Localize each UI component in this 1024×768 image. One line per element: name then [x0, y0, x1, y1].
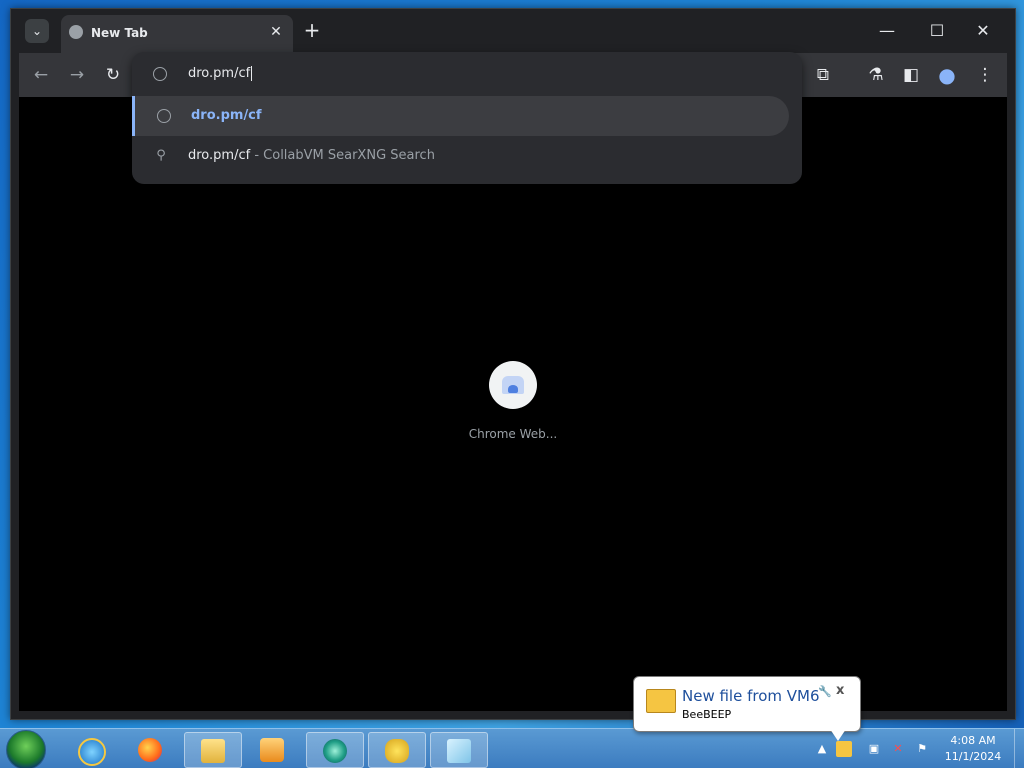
- bee-icon: [385, 739, 409, 763]
- globe-icon: [69, 25, 83, 39]
- clock[interactable]: 4:08 AM 11/1/2024: [942, 733, 1004, 765]
- taskbar-app-notepad[interactable]: [430, 732, 488, 768]
- firefox-icon: [138, 738, 162, 762]
- address-input[interactable]: dro.pm/cf: [188, 66, 253, 81]
- omnibox-dropdown: dro.pm/cf dro.pm/cf ⚲ dro.pm/cf - Collab…: [132, 52, 802, 184]
- suggestion-item[interactable]: ⚲ dro.pm/cf - CollabVM SearXNG Search: [132, 136, 786, 176]
- taskbar-app-media-player[interactable]: [244, 732, 300, 766]
- suggestion-item[interactable]: dro.pm/cf: [132, 96, 789, 136]
- shortcut-label: Chrome Web...: [468, 427, 558, 441]
- globe-icon: [153, 67, 167, 81]
- show-desktop-button[interactable]: [1014, 729, 1024, 768]
- close-icon[interactable]: x: [836, 683, 844, 698]
- suggestion-description: - CollabVM SearXNG Search: [250, 148, 435, 163]
- minimize-button[interactable]: —: [867, 17, 907, 45]
- page-content: Chrome Web...: [19, 97, 1007, 711]
- close-button[interactable]: ✕: [963, 17, 1003, 45]
- taskbar-app-internet-explorer[interactable]: [62, 732, 118, 766]
- beebeep-tray-icon[interactable]: [836, 741, 852, 757]
- wrench-icon[interactable]: 🔧: [818, 685, 832, 698]
- chrome-web-store-shortcut[interactable]: [489, 361, 537, 409]
- store-logo-icon: [508, 385, 518, 393]
- envelope-icon: [646, 689, 676, 713]
- balloon-tail: [830, 729, 846, 741]
- start-button[interactable]: [6, 730, 46, 768]
- side-panel-icon[interactable]: ◧: [899, 63, 923, 87]
- tab-new-tab[interactable]: New Tab ✕: [61, 15, 293, 53]
- notification-title: New file from VM6: [682, 687, 820, 705]
- suggestion-url: dro.pm/cf: [188, 148, 251, 163]
- menu-icon[interactable]: ⋮: [973, 63, 997, 87]
- new-tab-button[interactable]: +: [301, 19, 323, 41]
- internet-explorer-icon: [78, 738, 106, 766]
- tab-strip: ⌄ New Tab ✕ + — ☐ ✕: [11, 9, 1015, 53]
- media-player-icon: [260, 738, 284, 762]
- show-hidden-icons-icon[interactable]: ▲: [814, 741, 830, 757]
- reload-icon[interactable]: ↻: [101, 63, 125, 87]
- tab-title: New Tab: [91, 26, 148, 40]
- chevron-down-icon: ⌄: [31, 24, 43, 38]
- extensions-icon[interactable]: ⧉: [811, 63, 835, 87]
- profile-avatar-icon[interactable]: ●: [935, 63, 959, 87]
- taskbar-app-beebeep[interactable]: [368, 732, 426, 768]
- chrome-icon: [323, 739, 347, 763]
- back-icon[interactable]: ←: [29, 63, 53, 87]
- action-center-flag-icon[interactable]: ⚑: [914, 741, 930, 757]
- notification-balloon[interactable]: New file from VM6 BeeBEEP 🔧 x: [633, 676, 861, 741]
- close-icon[interactable]: ✕: [267, 23, 285, 41]
- taskbar-app-chrome[interactable]: [306, 732, 364, 768]
- maximize-button[interactable]: ☐: [917, 17, 957, 45]
- clock-date: 11/1/2024: [944, 750, 1002, 763]
- globe-icon: [157, 109, 171, 123]
- taskbar-app-explorer[interactable]: [184, 732, 242, 768]
- network-icon[interactable]: ▣: [866, 741, 882, 757]
- folder-icon: [201, 739, 225, 763]
- clock-time: 4:08 AM: [950, 734, 996, 747]
- taskbar-app-firefox[interactable]: [122, 732, 178, 766]
- address-input-value: dro.pm/cf: [188, 66, 251, 81]
- taskbar: ▲ ▣ ✕ ⚑ 4:08 AM 11/1/2024: [0, 728, 1024, 768]
- forward-icon[interactable]: →: [65, 63, 89, 87]
- search-icon: ⚲: [156, 148, 166, 163]
- labs-icon[interactable]: ⚗: [864, 63, 888, 87]
- volume-muted-icon[interactable]: ✕: [890, 741, 906, 757]
- suggestion-url: dro.pm/cf: [191, 108, 262, 123]
- address-bar[interactable]: dro.pm/cf: [132, 52, 802, 96]
- notepad-icon: [447, 739, 471, 763]
- text-cursor: [251, 66, 253, 81]
- notification-subtitle: BeeBEEP: [682, 708, 732, 721]
- tab-search-button[interactable]: ⌄: [25, 19, 49, 43]
